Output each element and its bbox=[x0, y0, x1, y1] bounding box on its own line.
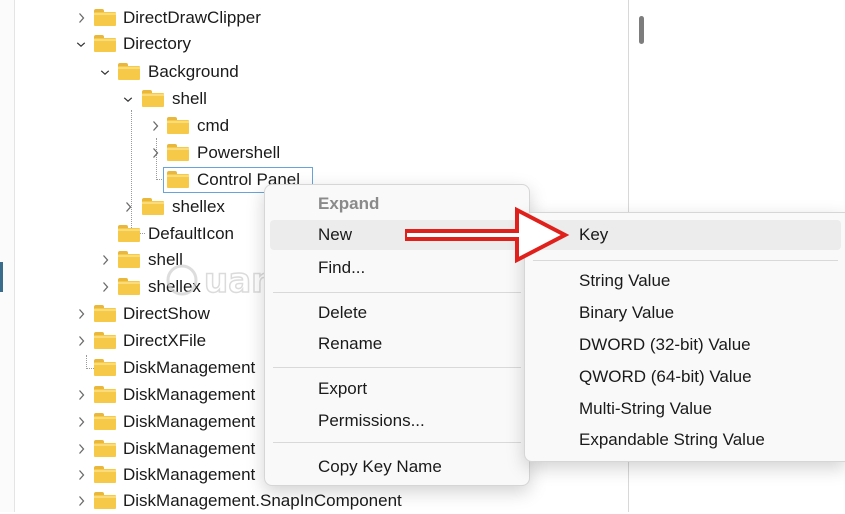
folder-icon bbox=[167, 144, 189, 161]
chevron-down-icon[interactable] bbox=[76, 36, 86, 52]
chevron-right-icon[interactable] bbox=[76, 441, 86, 457]
menu-item-label: Rename bbox=[318, 334, 383, 353]
tree-node-label: DiskManagement bbox=[123, 385, 256, 404]
menu-item-delete[interactable]: Delete bbox=[270, 298, 524, 328]
submenu-item-label: Key bbox=[579, 225, 609, 244]
submenu-item-string-value[interactable]: String Value bbox=[530, 266, 841, 296]
menu-separator bbox=[533, 260, 838, 261]
new-submenu: Key String Value Binary Value DWORD (32-… bbox=[524, 212, 845, 462]
submenu-item-label: Multi-String Value bbox=[579, 399, 712, 418]
submenu-item-label: String Value bbox=[579, 271, 671, 290]
menu-item-label: Delete bbox=[318, 303, 368, 322]
submenu-item-qword-value[interactable]: QWORD (64-bit) Value bbox=[530, 362, 841, 392]
menu-item-label: Expand bbox=[318, 194, 380, 213]
chevron-down-icon[interactable] bbox=[123, 91, 133, 107]
submenu-item-binary-value[interactable]: Binary Value bbox=[530, 298, 841, 328]
tree-node-label: DirectShow bbox=[123, 304, 210, 323]
tree-node[interactable]: cmd bbox=[0, 113, 628, 139]
submenu-item-label: QWORD (64-bit) Value bbox=[579, 367, 752, 386]
tree-node-label: cmd bbox=[197, 116, 230, 135]
menu-item-copy-key-name[interactable]: Copy Key Name bbox=[270, 452, 524, 482]
tree-node[interactable]: DiskManagement.SnapInComponent bbox=[0, 488, 628, 514]
tree-node-label: DiskManagement bbox=[123, 412, 256, 431]
tree-node-label: shellex bbox=[172, 197, 225, 216]
scrollbar-thumb[interactable] bbox=[639, 16, 644, 44]
menu-item-label: New bbox=[318, 225, 353, 244]
submenu-item-multi-string-value[interactable]: Multi-String Value bbox=[530, 394, 841, 424]
submenu-item-dword-value[interactable]: DWORD (32-bit) Value bbox=[530, 330, 841, 360]
folder-icon bbox=[94, 386, 116, 403]
tree-node-label: Directory bbox=[123, 34, 192, 53]
tree-node[interactable]: Directory bbox=[0, 31, 628, 57]
chevron-right-icon[interactable] bbox=[76, 333, 86, 349]
menu-item-label: Export bbox=[318, 379, 368, 398]
tree-node[interactable]: Background bbox=[0, 59, 628, 85]
chevron-right-icon[interactable] bbox=[76, 493, 86, 509]
folder-icon bbox=[94, 9, 116, 26]
tree-node-label: Background bbox=[148, 62, 239, 81]
folder-icon bbox=[94, 332, 116, 349]
tree-node[interactable]: DirectDrawClipper bbox=[0, 5, 628, 31]
red-arrow-icon bbox=[405, 206, 570, 264]
submenu-item-label: DWORD (32-bit) Value bbox=[579, 335, 751, 354]
menu-separator bbox=[273, 367, 521, 368]
folder-icon bbox=[118, 278, 140, 295]
chevron-right-icon[interactable] bbox=[100, 252, 110, 268]
folder-icon bbox=[142, 90, 164, 107]
tree-node-label: shell bbox=[172, 89, 207, 108]
menu-item-rename[interactable]: Rename bbox=[270, 329, 524, 359]
folder-icon bbox=[94, 440, 116, 457]
folder-icon bbox=[94, 492, 116, 509]
folder-icon bbox=[94, 305, 116, 322]
folder-icon bbox=[142, 198, 164, 215]
folder-icon bbox=[118, 225, 140, 242]
submenu-item-key[interactable]: Key bbox=[530, 220, 841, 250]
folder-icon bbox=[118, 251, 140, 268]
chevron-right-icon[interactable] bbox=[150, 118, 160, 134]
tree-node-label: DefaultIcon bbox=[148, 224, 234, 243]
folder-icon bbox=[118, 63, 140, 80]
chevron-right-icon[interactable] bbox=[76, 414, 86, 430]
red-arrow-icon bbox=[405, 206, 570, 264]
submenu-item-expandable-string-value[interactable]: Expandable String Value bbox=[530, 425, 841, 455]
tree-node-label: DiskManagement bbox=[123, 465, 256, 484]
tree-node-label: shell bbox=[148, 250, 183, 269]
folder-icon bbox=[94, 466, 116, 483]
tree-node[interactable]: shell bbox=[0, 86, 628, 112]
tree-node-label: DiskManagement.SnapInComponent bbox=[123, 491, 402, 510]
submenu-item-label: Expandable String Value bbox=[579, 430, 765, 449]
chevron-right-icon[interactable] bbox=[76, 467, 86, 483]
menu-item-export[interactable]: Export bbox=[270, 374, 524, 404]
submenu-item-label: Binary Value bbox=[579, 303, 675, 322]
folder-icon bbox=[94, 35, 116, 52]
tree-node-label: DiskManagement bbox=[123, 358, 256, 377]
tree-node-label: Powershell bbox=[197, 143, 281, 162]
menu-item-label: Find... bbox=[318, 258, 366, 277]
folder-icon bbox=[167, 117, 189, 134]
tree-node-label: shellex bbox=[148, 277, 201, 296]
tree-node[interactable]: Powershell bbox=[0, 140, 628, 166]
menu-item-label: Copy Key Name bbox=[318, 457, 442, 476]
chevron-right-icon[interactable] bbox=[76, 10, 86, 26]
chevron-right-icon[interactable] bbox=[76, 387, 86, 403]
menu-item-label: Permissions... bbox=[318, 411, 425, 430]
folder-icon bbox=[94, 413, 116, 430]
chevron-right-icon[interactable] bbox=[100, 279, 110, 295]
chevron-down-icon[interactable] bbox=[100, 64, 110, 80]
menu-separator bbox=[273, 292, 521, 293]
tree-node-label: DirectDrawClipper bbox=[123, 8, 261, 27]
tree-node-label: DiskManagement bbox=[123, 439, 256, 458]
tree-node-label: DirectXFile bbox=[123, 331, 207, 350]
folder-icon bbox=[94, 359, 116, 376]
folder-icon bbox=[167, 171, 189, 188]
chevron-right-icon[interactable] bbox=[150, 145, 160, 161]
menu-item-permissions[interactable]: Permissions... bbox=[270, 406, 524, 436]
chevron-right-icon[interactable] bbox=[123, 199, 133, 215]
menu-separator bbox=[273, 442, 521, 443]
chevron-right-icon[interactable] bbox=[76, 306, 86, 322]
